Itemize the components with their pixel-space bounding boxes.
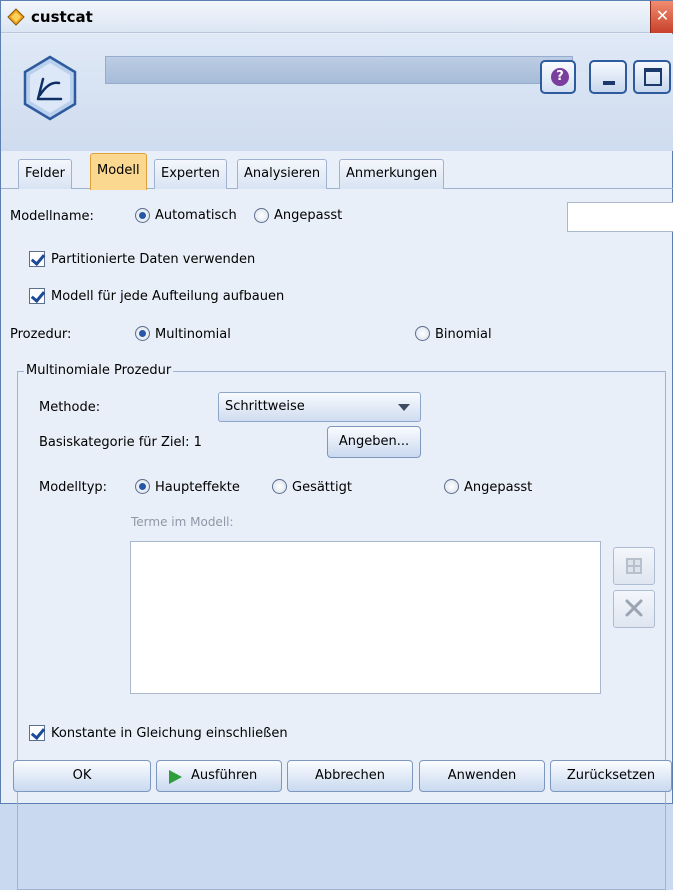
- model-name-label: Modellname:: [10, 209, 94, 224]
- chevron-down-icon: [398, 404, 410, 411]
- dialog-window: custcat ✕ ? Felder Modell Experten Analy…: [0, 0, 673, 890]
- model-name-auto-radio[interactable]: [135, 208, 150, 223]
- help-icon: ?: [551, 68, 569, 86]
- close-button[interactable]: ✕: [650, 1, 673, 33]
- reset-button[interactable]: Zurücksetzen: [550, 760, 672, 792]
- build-per-split-checkbox[interactable]: [29, 288, 45, 304]
- model-type-main-radio[interactable]: [135, 479, 150, 494]
- window-title: custcat: [31, 8, 93, 26]
- node-name-bar: [105, 56, 573, 84]
- logistic-node-icon: [23, 55, 77, 121]
- delete-icon: [625, 599, 643, 617]
- node-header: ?: [1, 34, 673, 151]
- play-icon: [169, 770, 182, 784]
- model-type-main-label: Haupteffekte: [155, 480, 240, 495]
- model-type-label: Modelltyp:: [39, 480, 108, 495]
- tab-modell[interactable]: Modell: [90, 153, 147, 190]
- model-name-input[interactable]: [567, 202, 673, 232]
- base-category-label: Basiskategorie für Ziel: 1: [39, 435, 202, 450]
- procedure-multinomial-radio[interactable]: [135, 326, 150, 341]
- method-select[interactable]: Schrittweise: [218, 392, 421, 422]
- terms-listbox[interactable]: [130, 541, 601, 694]
- tab-felder[interactable]: Felder: [18, 159, 72, 189]
- title-bar[interactable]: custcat ✕: [1, 1, 673, 33]
- procedure-label: Prozedur:: [10, 327, 72, 342]
- model-type-saturated-label: Gesättigt: [292, 480, 352, 495]
- procedure-multinomial-label: Multinomial: [155, 327, 231, 342]
- add-terms-icon: [626, 558, 642, 574]
- ok-button[interactable]: OK: [13, 760, 151, 792]
- include-constant-checkbox[interactable]: [29, 725, 45, 741]
- model-type-custom-label: Angepasst: [464, 480, 533, 495]
- help-button[interactable]: ?: [540, 60, 576, 94]
- maximize-button[interactable]: [633, 60, 671, 94]
- include-constant-label: Konstante in Gleichung einschließen: [51, 726, 288, 741]
- use-partitioned-checkbox[interactable]: [29, 251, 45, 267]
- model-tab-panel: Modellname: Automatisch Angepasst Partit…: [1, 190, 673, 890]
- node-diamond-icon: [7, 8, 25, 26]
- use-partitioned-label: Partitionierte Daten verwenden: [51, 252, 256, 267]
- method-label: Methode:: [39, 400, 101, 415]
- run-button-label: Ausführen: [191, 768, 258, 783]
- group-legend: Multinomiale Prozedur: [24, 363, 174, 378]
- model-type-custom-radio[interactable]: [444, 479, 459, 494]
- remove-terms-button[interactable]: [613, 590, 655, 628]
- add-terms-button[interactable]: [613, 547, 655, 585]
- tab-anmerkungen[interactable]: Anmerkungen: [339, 159, 445, 189]
- model-name-custom-radio[interactable]: [254, 208, 269, 223]
- maximize-icon: [644, 68, 662, 86]
- procedure-binomial-radio[interactable]: [415, 326, 430, 341]
- tab-experten[interactable]: Experten: [154, 159, 227, 189]
- cancel-button[interactable]: Abbrechen: [287, 760, 413, 792]
- model-type-saturated-radio[interactable]: [272, 479, 287, 494]
- minimize-button[interactable]: [589, 60, 627, 94]
- minimize-icon: [603, 81, 615, 85]
- terms-label: Terme im Modell:: [131, 515, 234, 529]
- tab-strip: Felder Modell Experten Analysieren Anmer…: [1, 149, 673, 190]
- method-select-value: Schrittweise: [225, 399, 305, 414]
- procedure-binomial-label: Binomial: [435, 327, 492, 342]
- run-button[interactable]: Ausführen: [156, 760, 282, 792]
- model-name-auto-label: Automatisch: [155, 208, 237, 223]
- model-name-custom-label: Angepasst: [274, 208, 343, 223]
- build-per-split-label: Modell für jede Aufteilung aufbauen: [51, 289, 285, 304]
- apply-button[interactable]: Anwenden: [419, 760, 545, 792]
- specify-button[interactable]: Angeben...: [327, 426, 421, 458]
- tab-analysieren[interactable]: Analysieren: [237, 159, 328, 189]
